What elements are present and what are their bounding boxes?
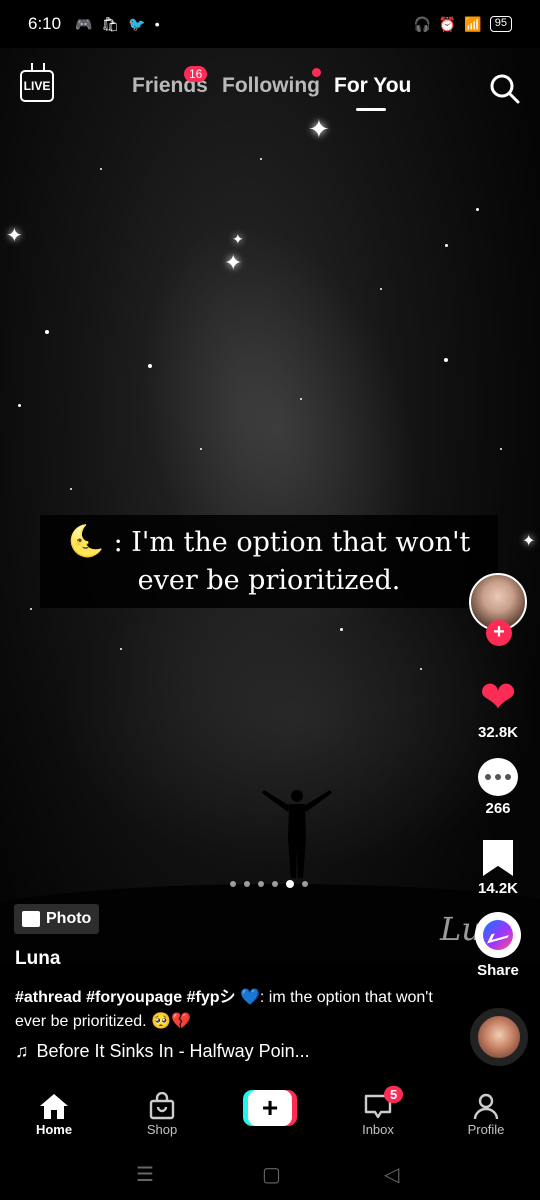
top-nav: LIVE Friends 16 Following For You <box>0 60 540 120</box>
live-label: LIVE <box>23 79 51 93</box>
tab-for-you[interactable]: For You <box>334 74 411 98</box>
carousel-dot <box>230 881 236 887</box>
crescent-moon-icon: 🌜 <box>67 524 105 559</box>
bright-star: ✦ <box>522 533 536 550</box>
tab-following[interactable]: Following <box>222 74 320 98</box>
star <box>100 168 102 170</box>
person-silhouette <box>262 790 332 878</box>
star <box>70 488 72 490</box>
profile-icon <box>446 1090 526 1122</box>
bottom-tab-bar: Home Shop + 5 Inbox Profile <box>0 1084 540 1150</box>
bright-star: ✦ <box>6 225 23 247</box>
twitter-icon: 🐦 <box>128 15 146 32</box>
shopping-bag-icon <box>122 1090 202 1122</box>
system-icons: 🎧 ⏰ 📶 95 <box>413 16 512 33</box>
image-icon <box>22 911 40 927</box>
tab-profile-label: Profile <box>467 1122 505 1137</box>
star <box>120 648 122 650</box>
like-count: 32.8K <box>477 724 519 741</box>
system-nav-bar: ☰ ▢ ◁ <box>0 1150 540 1200</box>
caption: #athread #foryoupage #fypシ 💙: im the opt… <box>15 986 435 1034</box>
follow-button[interactable]: + <box>486 620 512 646</box>
star <box>476 208 479 211</box>
status-bar: 6:10 🎮 🛍 🐦 • 🎧 ⏰ 📶 95 <box>0 0 540 48</box>
following-notification-dot <box>312 68 321 77</box>
friends-badge: 16 <box>184 66 208 82</box>
quote-line-1: 🌜 : I'm the option that won't <box>68 523 471 562</box>
bookmark-icon <box>483 840 513 876</box>
tab-shop[interactable]: Shop <box>122 1090 202 1137</box>
tab-home-label: Home <box>35 1122 73 1137</box>
comment-icon <box>478 758 518 796</box>
comment-count: 266 <box>485 800 511 817</box>
carousel-dot <box>272 881 278 887</box>
star <box>300 398 302 400</box>
star <box>30 608 32 610</box>
music-note-icon: ♫ <box>15 1041 29 1061</box>
search-icon[interactable] <box>488 72 520 104</box>
star <box>18 404 21 407</box>
photo-chip-label: Photo <box>46 910 92 927</box>
tab-shop-label: Shop <box>146 1122 178 1137</box>
hashtags[interactable]: #athread #foryoupage #fypシ 💙 <box>15 989 260 1006</box>
alarm-icon: ⏰ <box>438 15 457 32</box>
status-time: 6:10 <box>28 14 62 33</box>
carousel-indicator <box>230 880 308 888</box>
save-count: 14.2K <box>477 880 519 897</box>
wifi-icon: 📶 <box>464 15 482 32</box>
active-tab-indicator <box>356 108 386 111</box>
music-title: Before It Sinks In - Halfway Poin... <box>36 1041 310 1061</box>
star <box>200 448 202 450</box>
star <box>500 448 502 450</box>
star <box>420 668 422 670</box>
battery-indicator: 95 <box>489 16 512 32</box>
plus-icon: + <box>248 1090 292 1126</box>
carousel-dot <box>302 881 308 887</box>
username[interactable]: Luna <box>15 948 60 970</box>
share-label: Share <box>477 962 519 979</box>
bright-star: ✦ <box>232 231 244 247</box>
live-icon[interactable]: LIVE <box>20 70 54 102</box>
tab-inbox[interactable]: 5 Inbox <box>338 1086 418 1137</box>
photo-chip: Photo <box>14 904 100 934</box>
carousel-dot <box>258 881 264 887</box>
home-nav-icon[interactable]: ▢ <box>262 1162 281 1187</box>
inbox-icon: 5 <box>338 1086 418 1122</box>
star <box>380 288 382 290</box>
star <box>340 628 343 631</box>
gamepad-icon: 🎮 <box>75 15 93 32</box>
music-disc[interactable] <box>470 1008 528 1066</box>
back-icon[interactable]: ◁ <box>384 1162 399 1187</box>
share-button[interactable]: Share <box>468 912 528 979</box>
recent-apps-icon[interactable]: ☰ <box>136 1162 154 1187</box>
headphones-icon: 🎧 <box>413 15 431 32</box>
inbox-badge: 5 <box>384 1086 404 1103</box>
tab-inbox-label: Inbox <box>362 1122 394 1137</box>
quote-text-1: : I'm the option that won't <box>113 527 471 558</box>
star <box>260 158 262 160</box>
star <box>445 244 448 247</box>
bright-star: ✦ <box>224 250 243 275</box>
create-button[interactable]: + <box>243 1090 297 1126</box>
home-icon <box>14 1090 94 1122</box>
notification-icons: 🎮 🛍 🐦 • <box>75 16 160 33</box>
like-button[interactable]: ❤ 32.8K <box>468 673 528 742</box>
save-button[interactable]: 14.2K <box>468 840 528 897</box>
messenger-icon <box>475 912 521 958</box>
comment-button[interactable]: 266 <box>468 758 528 817</box>
shopping-bag-icon: 🛍 <box>101 15 120 32</box>
tab-home[interactable]: Home <box>14 1090 94 1137</box>
heart-icon: ❤ <box>479 673 517 722</box>
carousel-dot <box>244 881 250 887</box>
music-label[interactable]: ♫ Before It Sinks In - Halfway Poin... <box>15 1041 310 1062</box>
star <box>444 358 448 362</box>
quote-line-2: ever be prioritized. <box>137 565 401 596</box>
carousel-dot <box>286 880 294 888</box>
star <box>45 330 49 334</box>
quote-overlay: 🌜 : I'm the option that won't ever be pr… <box>40 515 498 608</box>
dot-icon: • <box>154 16 160 32</box>
star <box>148 364 152 368</box>
tab-profile[interactable]: Profile <box>446 1090 526 1137</box>
